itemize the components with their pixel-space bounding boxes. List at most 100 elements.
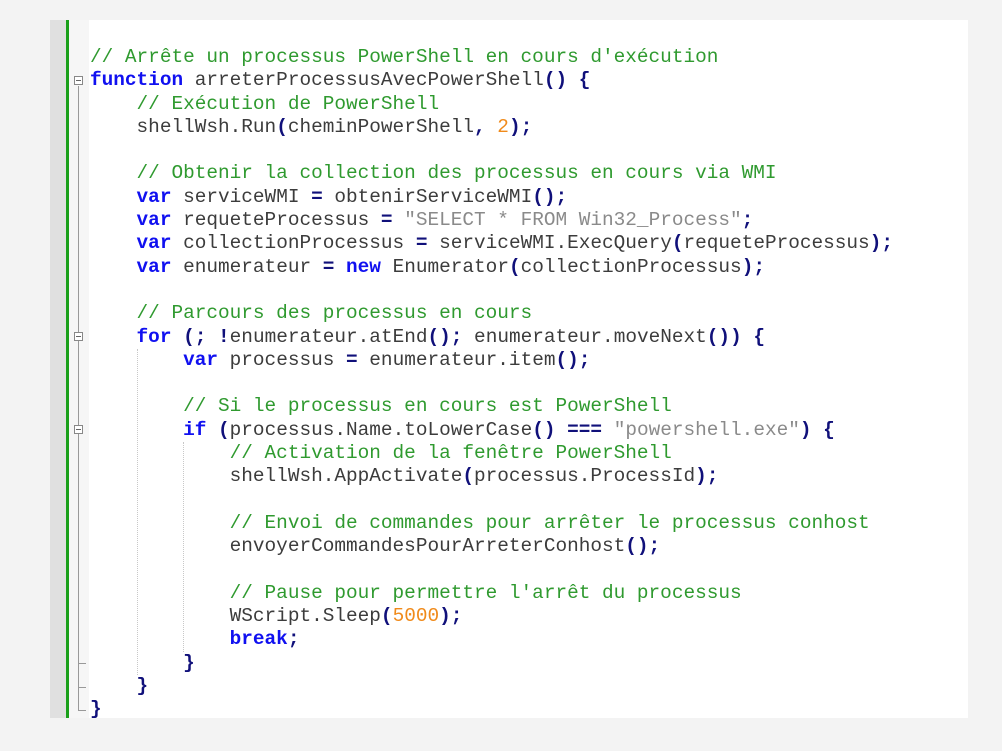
code-line: var enumerateur = new Enumerator(collect…: [90, 256, 893, 279]
code-line: envoyerCommandesPourArreterConhost();: [90, 535, 893, 558]
fold-collapse-icon[interactable]: [74, 75, 83, 85]
operator: ;: [741, 209, 754, 232]
code-editor[interactable]: // Arrête un processus PowerShell en cou…: [50, 20, 968, 720]
code-line: var serviceWMI = obtenirServiceWMI();: [90, 186, 893, 209]
operator: ===: [567, 418, 603, 441]
operator: =: [346, 348, 358, 371]
operator: ();: [625, 535, 661, 558]
keyword: var: [136, 232, 172, 255]
code-text: enumerateur.atEnd: [229, 325, 428, 348]
code-text: serviceWMI.ExecQuery: [427, 232, 672, 255]
comment: // Arrête un processus PowerShell en cou…: [90, 46, 719, 68]
operator: (: [671, 232, 684, 255]
code-line: }: [90, 652, 893, 675]
operator: (;: [183, 325, 207, 348]
operator: (: [276, 115, 288, 138]
operator: {: [823, 418, 835, 441]
code-text: cheminPowerShell: [287, 115, 475, 138]
code-line: shellWsh.Run(cheminPowerShell, 2);: [90, 116, 893, 139]
operator: !: [218, 325, 230, 348]
operator: =: [311, 185, 323, 208]
operator: (): [532, 418, 556, 441]
operator: );: [439, 605, 463, 628]
code-line: var requeteProcessus = "SELECT * FROM Wi…: [90, 209, 893, 232]
operator: =: [415, 232, 428, 255]
code-text: shellWsh.Run: [90, 115, 277, 138]
operator: );: [869, 232, 893, 255]
string-literal: "SELECT * FROM Win32_Process": [404, 209, 742, 232]
code-text: arreterProcessusAvecPowerShell: [183, 69, 544, 92]
code-text: enumerateur: [171, 255, 323, 278]
code-text: Enumerator: [380, 255, 509, 278]
operator: =: [322, 255, 335, 278]
keyword: function: [90, 69, 184, 92]
operator: (): [543, 69, 568, 92]
fold-collapse-icon[interactable]: [74, 332, 83, 342]
code-line: var collectionProcessus = serviceWMI.Exe…: [90, 232, 893, 255]
code-line: }: [90, 675, 893, 698]
code-line: var processus = enumerateur.item();: [90, 349, 893, 372]
fold-collapse-icon[interactable]: [74, 425, 83, 435]
code-text: enumerateur.moveNext: [462, 325, 707, 348]
code-line: // Envoi de commandes pour arrêter le pr…: [90, 512, 893, 535]
code-line: }: [90, 698, 893, 721]
keyword: var: [183, 348, 219, 371]
code-line: // Arrête un processus PowerShell en cou…: [90, 46, 893, 69]
selection-margin: [50, 20, 66, 718]
code-area[interactable]: // Arrête un processus PowerShell en cou…: [90, 46, 893, 722]
comment: // Envoi de commandes pour arrêter le pr…: [229, 511, 870, 534]
code-line: // Obtenir la collection des processus e…: [90, 162, 893, 185]
code-text: requeteProcessus: [171, 209, 381, 232]
comment: // Parcours des processus en cours: [136, 302, 533, 325]
keyword: var: [136, 255, 172, 278]
operator: );: [508, 115, 533, 138]
operator: {: [753, 325, 765, 348]
operator: }: [136, 675, 149, 698]
operator: ();: [532, 185, 568, 208]
code-text: WScript.Sleep: [90, 605, 381, 628]
code-text: enumerateur.item: [357, 348, 556, 371]
number-literal: 2: [497, 115, 509, 138]
operator: ();: [555, 348, 591, 371]
comment: // Exécution de PowerShell: [136, 92, 440, 115]
code-line: // Pause pour permettre l'arrêt du proce…: [90, 582, 893, 605]
keyword: var: [136, 185, 172, 208]
operator: }: [183, 651, 195, 674]
code-line: if (processus.Name.toLowerCase() === "po…: [90, 419, 893, 442]
code-line: // Exécution de PowerShell: [90, 93, 893, 116]
code-line: // Activation de la fenêtre PowerShell: [90, 442, 893, 465]
operator: ();: [427, 325, 463, 348]
keyword: new: [346, 255, 381, 278]
operator: );: [741, 255, 765, 278]
fold-end-marker: [78, 710, 86, 712]
fold-end-marker: [78, 686, 86, 688]
code-line: function arreterProcessusAvecPowerShell(…: [90, 69, 893, 92]
comment: // Si le processus en cours est PowerShe…: [183, 395, 672, 418]
comment: // Obtenir la collection des processus e…: [136, 162, 777, 185]
fold-margin: [69, 20, 89, 718]
code-text: serviceWMI: [171, 185, 312, 208]
operator: (: [218, 418, 230, 441]
operator: (: [462, 465, 475, 488]
